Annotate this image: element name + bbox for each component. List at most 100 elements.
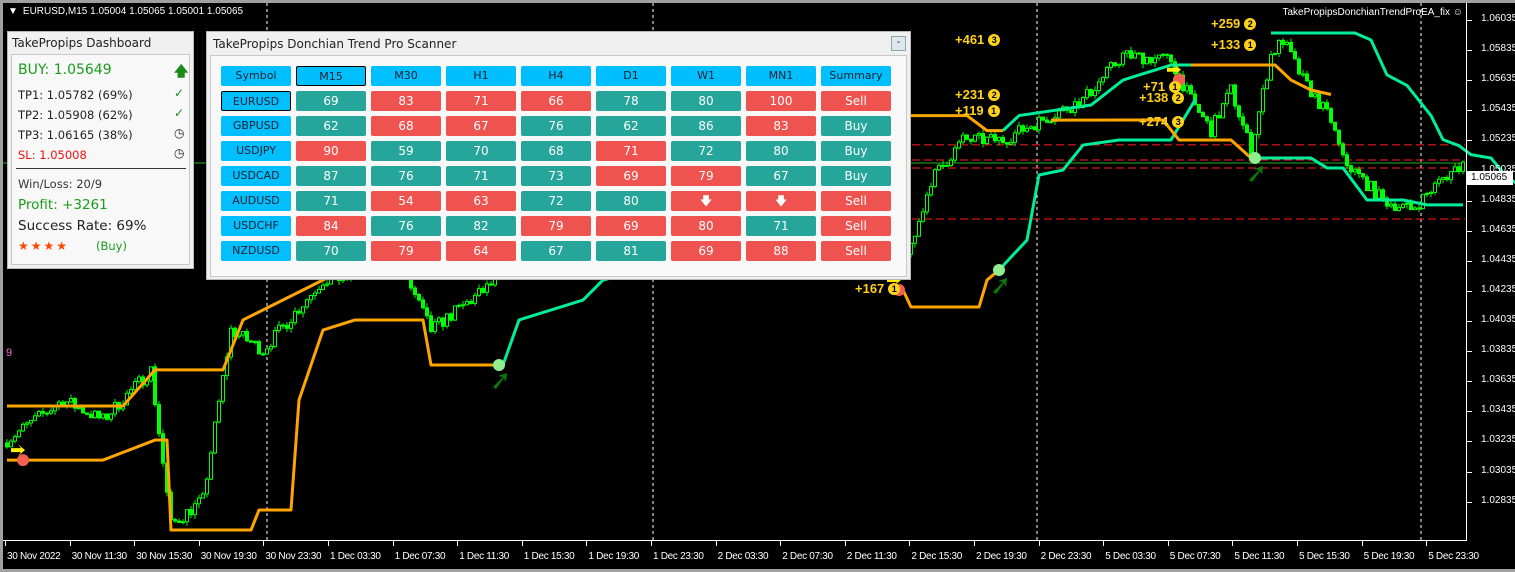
strength-cell[interactable]: 67 (521, 241, 591, 261)
strength-cell[interactable]: 86 (671, 116, 741, 136)
summary-cell[interactable]: Buy (821, 166, 891, 186)
column-header-m30[interactable]: M30 (371, 66, 441, 86)
strength-cell[interactable]: 87 (296, 166, 366, 186)
strength-cell[interactable]: 79 (521, 216, 591, 236)
candle-body (413, 287, 417, 296)
strength-cell[interactable]: 69 (296, 91, 366, 111)
candle-body (1029, 126, 1033, 129)
strength-cell[interactable]: 79 (371, 241, 441, 261)
strength-cell[interactable]: 🡇 (746, 191, 816, 211)
strength-cell[interactable]: 71 (596, 141, 666, 161)
symbol-button-usdcad[interactable]: USDCAD (221, 166, 291, 186)
strength-cell[interactable]: 72 (521, 191, 591, 211)
column-header-h1[interactable]: H1 (446, 66, 516, 86)
candle-body (993, 134, 997, 142)
strength-cell[interactable]: 71 (446, 91, 516, 111)
strength-cell[interactable]: 63 (446, 191, 516, 211)
minimize-button[interactable]: - (891, 36, 906, 51)
summary-cell[interactable]: Buy (821, 116, 891, 136)
candle-body (1417, 207, 1421, 210)
strength-cell[interactable]: 67 (446, 116, 516, 136)
strength-cell[interactable]: 66 (521, 91, 591, 111)
column-header-mn1[interactable]: MN1 (746, 66, 816, 86)
donchian-band-line (7, 318, 503, 532)
strength-cell[interactable]: 62 (596, 116, 666, 136)
candle-body (1365, 176, 1369, 191)
strength-cell[interactable]: 88 (746, 241, 816, 261)
strength-cell[interactable]: 76 (521, 116, 591, 136)
column-header-d1[interactable]: D1 (596, 66, 666, 86)
summary-cell[interactable]: Sell (821, 191, 891, 211)
symbol-button-nzdusd[interactable]: NZDUSD (221, 241, 291, 261)
strength-cell[interactable]: 84 (296, 216, 366, 236)
candle-body (205, 478, 209, 495)
candle-body (245, 331, 249, 342)
expert-advisor-name[interactable]: TakePropipsDonchianTrendProEA_fix ☺ (1283, 7, 1464, 18)
strength-cell[interactable]: 70 (296, 241, 366, 261)
strength-cell[interactable]: 69 (596, 216, 666, 236)
strength-cell[interactable]: 73 (521, 166, 591, 186)
dropdown-triangle-icon[interactable]: ▼ (8, 6, 18, 17)
strength-cell[interactable]: 71 (746, 216, 816, 236)
strength-cell[interactable]: 78 (596, 91, 666, 111)
candle-body (1373, 180, 1377, 199)
strength-cell[interactable]: 72 (671, 141, 741, 161)
strength-cell[interactable]: 76 (371, 216, 441, 236)
strength-cell[interactable]: 80 (671, 216, 741, 236)
strength-cell[interactable]: 68 (371, 116, 441, 136)
candle-body (445, 313, 449, 327)
strength-cell[interactable]: 100 (746, 91, 816, 111)
strength-cell[interactable]: 80 (596, 191, 666, 211)
strength-cell[interactable]: 80 (746, 141, 816, 161)
strength-cell[interactable]: 81 (596, 241, 666, 261)
strength-cell[interactable]: 83 (746, 116, 816, 136)
strength-cell[interactable]: 69 (596, 166, 666, 186)
symbol-button-eurusd[interactable]: EURUSD (221, 91, 291, 111)
strength-cell[interactable]: 64 (446, 241, 516, 261)
column-header-w1[interactable]: W1 (671, 66, 741, 86)
candle-body (1213, 115, 1217, 138)
price-axis[interactable]: 1.06035 1.05835 1.05635 1.05435 1.05235 1.050… (1466, 3, 1515, 541)
strength-cell[interactable]: 83 (371, 91, 441, 111)
strength-cell[interactable]: 🡇 (671, 191, 741, 211)
strength-cell[interactable]: 90 (296, 141, 366, 161)
candle-body (1413, 207, 1417, 211)
price-label: 1.03435 (1481, 404, 1515, 416)
strength-cell[interactable]: 70 (446, 141, 516, 161)
time-label: 1 Dec 03:30 (330, 551, 381, 562)
strength-cell[interactable]: 69 (671, 241, 741, 261)
symbol-button-usdjpy[interactable]: USDJPY (221, 141, 291, 161)
strength-cell[interactable]: 82 (446, 216, 516, 236)
candle-body (25, 422, 29, 425)
candle-body (1185, 85, 1189, 92)
tp-number-badge: 1 (987, 105, 1000, 118)
summary-cell[interactable]: Sell (821, 216, 891, 236)
strength-cell[interactable]: 80 (671, 91, 741, 111)
summary-cell[interactable]: Sell (821, 241, 891, 261)
strength-cell[interactable]: 54 (371, 191, 441, 211)
summary-cell[interactable]: Buy (821, 141, 891, 161)
symbol-button-audusd[interactable]: AUDUSD (221, 191, 291, 211)
profit-value: +231 (955, 86, 985, 102)
strength-cell[interactable]: 71 (296, 191, 366, 211)
symbol-header[interactable]: ▼ EURUSD,M15 1.05004 1.05065 1.05001 1.0… (8, 6, 243, 17)
trade-profit-label: +231 2 (955, 86, 1001, 102)
strength-cell[interactable]: 71 (446, 166, 516, 186)
column-header-symbol[interactable]: Symbol (221, 66, 291, 86)
candle-body (309, 294, 313, 301)
time-axis[interactable]: 30 Nov 2022 30 Nov 11:30 30 Nov 15:30 30 No… (3, 540, 1479, 572)
dashboard-panel[interactable]: TakePropips Dashboard BUY: 1.05649 🡅 TP1… (7, 31, 194, 269)
strength-cell[interactable]: 79 (671, 166, 741, 186)
column-header-m15[interactable]: M15 (296, 66, 366, 86)
symbol-button-usdchf[interactable]: USDCHF (221, 216, 291, 236)
strength-cell[interactable]: 62 (296, 116, 366, 136)
symbol-button-gbpusd[interactable]: GBPUSD (221, 116, 291, 136)
summary-cell[interactable]: Sell (821, 91, 891, 111)
strength-cell[interactable]: 59 (371, 141, 441, 161)
column-header-h4[interactable]: H4 (521, 66, 591, 86)
strength-cell[interactable]: 67 (746, 166, 816, 186)
strength-cell[interactable]: 76 (371, 166, 441, 186)
scanner-panel[interactable]: TakePropips Donchian Trend Pro Scanner -… (206, 31, 911, 280)
column-header-summary[interactable]: Summary (821, 66, 891, 86)
strength-cell[interactable]: 68 (521, 141, 591, 161)
